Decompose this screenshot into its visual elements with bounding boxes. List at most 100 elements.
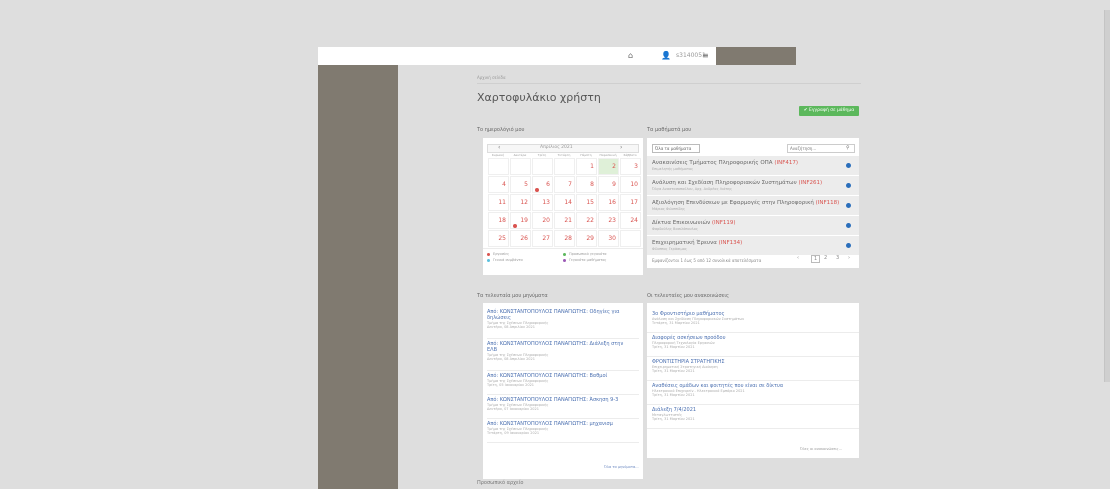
course-info-icon[interactable] <box>846 223 851 228</box>
calendar-day[interactable]: 9 <box>598 176 619 193</box>
calendar-day-number: 29 <box>586 235 594 242</box>
page-link[interactable]: ‹ <box>797 255 799 261</box>
calendar-day[interactable]: 22 <box>576 212 597 229</box>
calendar-day[interactable]: 7 <box>554 176 575 193</box>
calendar-day[interactable]: 1 <box>576 158 597 175</box>
course-row[interactable]: Επιχειρηματική Έρευνα (INF134) Φίλιππος Γ… <box>647 236 859 256</box>
calendar-day[interactable] <box>488 158 509 175</box>
course-name[interactable]: Αξιολόγηση Επενδύσεων με Εφαρμογές στην … <box>652 200 839 206</box>
course-info-icon[interactable] <box>846 183 851 188</box>
announcement-item[interactable]: ΦΡΟΝΤΙΣΤΗΡΙΑ ΣΤΡΑΤΗΓΙΚΗΣ Επιχειρηματική Σ… <box>652 359 852 373</box>
event-dot[interactable] <box>535 188 539 192</box>
course-info-icon[interactable] <box>846 163 851 168</box>
calendar-day[interactable]: 29 <box>576 230 597 247</box>
all-courses-tab[interactable]: Όλα τα μαθήματα <box>652 144 700 153</box>
message-item[interactable]: Από: ΚΩΝΣΤΑΝΤΟΠΟΥΛΟΣ ΠΑΝΑΓΙΩΤΗΣ: Διάλεξη… <box>487 341 639 361</box>
course-name[interactable]: Ανακαινίσεις Τμήματος Πληροφορικής ΟΠΑ (… <box>652 160 798 166</box>
calendar-day-number: 12 <box>520 199 528 206</box>
bottom-section-title: Προσωπικό αρχείο <box>477 480 524 486</box>
message-item[interactable]: Από: ΚΩΝΣΤΑΝΤΟΠΟΥΛΟΣ ΠΑΝΑΓΙΩΤΗΣ: Βαθμοί Τ… <box>487 373 639 387</box>
course-name[interactable]: Επιχειρηματική Έρευνα (INF134) <box>652 240 742 246</box>
calendar-day[interactable]: 28 <box>554 230 575 247</box>
calendar-day[interactable]: 18 <box>488 212 509 229</box>
calendar-day-number: 11 <box>498 199 506 206</box>
calendar-day[interactable]: 16 <box>598 194 619 211</box>
calendar-day[interactable]: 14 <box>554 194 575 211</box>
calendar-day[interactable]: 5 <box>510 176 531 193</box>
courses-panel: Όλα τα μαθήματα Αναζήτηση... ⚲ Ανακαινίσ… <box>647 138 859 268</box>
user-icon[interactable]: 👤 <box>661 51 671 60</box>
calendar-day[interactable]: 8 <box>576 176 597 193</box>
course-name[interactable]: Ανάλυση και Σχεδίαση Πληροφοριακών Συστη… <box>652 180 822 186</box>
announcement-item[interactable]: Αναθέσεις ομάδων και φοιτητές που είναι … <box>652 383 852 397</box>
breadcrumb[interactable]: Αρχική σελίδα <box>477 75 506 80</box>
search-icon[interactable]: ⚲ <box>846 145 850 151</box>
calendar-day[interactable] <box>554 158 575 175</box>
calendar-day[interactable]: 13 <box>532 194 553 211</box>
page-scrollbar[interactable] <box>1104 10 1110 382</box>
calendar-day[interactable] <box>510 158 531 175</box>
calendar-day[interactable]: 20 <box>532 212 553 229</box>
calendar-day[interactable]: 15 <box>576 194 597 211</box>
course-instructor: Επιμελητής μαθήματος <box>652 167 694 171</box>
calendar-day-number: 6 <box>546 181 550 188</box>
calendar-day[interactable]: 25 <box>488 230 509 247</box>
event-dot[interactable] <box>513 224 517 228</box>
calendar-day[interactable]: 4 <box>488 176 509 193</box>
calendar-day[interactable]: 26 <box>510 230 531 247</box>
announcement-item[interactable]: 3ο Φροντιστήριο μαθήματος Ανάλυση και Σχε… <box>652 311 852 325</box>
message-item[interactable]: Από: ΚΩΝΣΤΑΝΤΟΠΟΥΛΟΣ ΠΑΝΑΓΙΩΤΗΣ: Οδηγίες… <box>487 309 639 329</box>
announcement-item[interactable]: Διαφορές ασκήσεων προόδου Πληροφορική Τεχ… <box>652 335 852 349</box>
prev-month-button[interactable]: ‹ <box>498 144 500 151</box>
calendar-day[interactable]: 27 <box>532 230 553 247</box>
course-title: Επιχειρηματική Έρευνα <box>652 240 719 246</box>
message-item[interactable]: Από: ΚΩΝΣΤΑΝΤΟΠΟΥΛΟΣ ΠΑΝΑΓΙΩΤΗΣ: Άσκηση … <box>487 397 639 411</box>
course-search-input[interactable]: Αναζήτηση... ⚲ <box>787 144 855 153</box>
calendar-day-number: 2 <box>612 163 616 170</box>
announcement-date: Τρίτη, 31 Μαρτίου 2021 <box>652 417 695 421</box>
course-row[interactable]: Αξιολόγηση Επενδύσεων με Εφαρμογές στην … <box>647 196 859 216</box>
all-messages-link[interactable]: Όλα τα μηνύματα... <box>604 465 639 469</box>
calendar-day[interactable]: 10 <box>620 176 641 193</box>
course-row[interactable]: Δίκτυα Επικοινωνιών (INF119) Φαρδούλης Βα… <box>647 216 859 236</box>
calendar-day[interactable]: 11 <box>488 194 509 211</box>
page-link[interactable]: 2 <box>824 255 827 261</box>
course-row[interactable]: Ανάλυση και Σχεδίαση Πληροφοριακών Συστη… <box>647 176 859 196</box>
calendar-day[interactable]: 17 <box>620 194 641 211</box>
calendar-day[interactable]: 3 <box>620 158 641 175</box>
calendar-day[interactable]: 2 <box>598 158 619 175</box>
page-link[interactable]: › <box>848 255 850 261</box>
next-month-button[interactable]: › <box>620 144 622 151</box>
calendar-day[interactable]: 30 <box>598 230 619 247</box>
sliders-icon[interactable]: ≡ <box>702 51 709 60</box>
calendar-day-number: 23 <box>608 217 616 224</box>
message-item[interactable]: Από: ΚΩΝΣΤΑΝΤΟΠΟΥΛΟΣ ΠΑΝΑΓΙΩΤΗΣ: μηχανισ… <box>487 421 639 435</box>
announcement-item[interactable]: Διάλεξη 7/4/2021 Μεταγλωττιστές Τρίτη, 31 … <box>652 407 852 421</box>
register-course-button[interactable]: ✔ Εγγραφή σε μάθημα <box>799 106 859 116</box>
legend-dot <box>563 253 566 256</box>
legend-dot <box>563 259 566 262</box>
calendar-day[interactable]: 12 <box>510 194 531 211</box>
course-code: (INF261) <box>798 180 823 186</box>
calendar-day[interactable]: 24 <box>620 212 641 229</box>
calendar-day[interactable]: 23 <box>598 212 619 229</box>
message-date: Δευτέρα, 07 Ιανουαρίου 2021 <box>487 407 539 411</box>
legend-label: Εργασίες <box>493 252 510 256</box>
page-link[interactable]: 3 <box>836 255 839 261</box>
courses-title: Τα μαθήματά μου <box>647 127 692 133</box>
page-link[interactable]: 1 <box>811 255 821 263</box>
all-announcements-link[interactable]: Όλες οι ανακοινώσεις... <box>800 447 842 451</box>
course-instructor: Μάριος Φιλιππίδης <box>652 207 686 211</box>
divider <box>647 404 859 405</box>
calendar-day[interactable] <box>620 230 641 247</box>
home-icon[interactable]: ⌂ <box>628 51 633 60</box>
course-info-icon[interactable] <box>846 243 851 248</box>
calendar-day[interactable]: 21 <box>554 212 575 229</box>
message-sender-subject[interactable]: Από: ΚΩΝΣΤΑΝΤΟΠΟΥΛΟΣ ΠΑΝΑΓΙΩΤΗΣ: Διάλεξη… <box>487 341 639 347</box>
course-name[interactable]: Δίκτυα Επικοινωνιών (INF119) <box>652 220 736 226</box>
announcements-panel: 3ο Φροντιστήριο μαθήματος Ανάλυση και Σχε… <box>647 303 859 458</box>
course-title: Αξιολόγηση Επενδύσεων με Εφαρμογές στην … <box>652 200 816 206</box>
course-info-icon[interactable] <box>846 203 851 208</box>
calendar-day[interactable] <box>532 158 553 175</box>
course-row[interactable]: Ανακαινίσεις Τμήματος Πληροφορικής ΟΠΑ (… <box>647 156 859 176</box>
